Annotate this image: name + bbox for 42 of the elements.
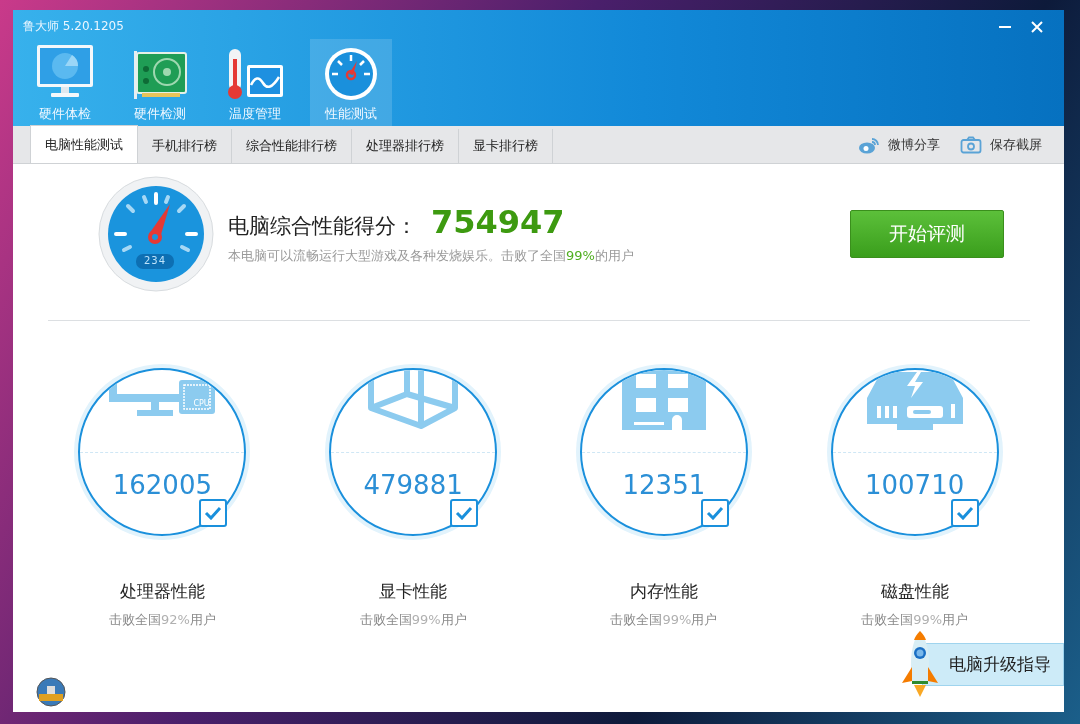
chip-label: CPU [193, 399, 210, 408]
tab[interactable]: 电脑性能测试 [30, 125, 138, 163]
tab[interactable]: 显卡排行榜 [459, 129, 553, 163]
checkmark-icon [705, 506, 724, 520]
component-score: 12351 [621, 470, 707, 500]
weibo-icon [858, 135, 880, 154]
tab[interactable]: 处理器排行榜 [352, 129, 459, 163]
component-score: 162005 [111, 470, 213, 500]
component-label: 处理器性能 [119, 580, 205, 603]
total-score: 754947 [431, 203, 565, 241]
checkbox[interactable] [199, 499, 227, 527]
checkbox[interactable] [700, 499, 729, 527]
camera-icon [960, 135, 982, 154]
beat-percentage: 击败全国99%用户 [861, 611, 969, 629]
component-label: 显卡性能 [379, 580, 448, 603]
memory-chip-icon [619, 370, 708, 430]
tab[interactable]: 综合性能排行榜 [232, 129, 352, 163]
game-badge-icon [36, 677, 66, 707]
component-label: 内存性能 [629, 580, 698, 603]
checkmark-icon [956, 506, 975, 520]
beat-percentage: 击败全国92%用户 [108, 611, 216, 629]
tab[interactable]: 手机排行榜 [138, 129, 232, 163]
close-icon[interactable] [1030, 19, 1044, 34]
beat-percentage: 击败全国99%用户 [610, 611, 718, 629]
graphics-card-icon [131, 49, 188, 101]
checkbox[interactable] [951, 499, 980, 527]
component-score: 100710 [864, 470, 966, 500]
beat-percentage: 击败全国99%用户 [359, 611, 467, 629]
share-action[interactable]: 保存截屏 [960, 135, 1042, 154]
checkmark-icon [454, 506, 473, 520]
window-title: 鲁大师 5.20.1205 [23, 18, 124, 35]
rocket-icon [900, 629, 940, 699]
upgrade-guide-link[interactable]: 电脑升级指导 [922, 642, 1064, 686]
share-action[interactable]: 微博分享 [858, 135, 940, 154]
score-description: 本电脑可以流畅运行大型游戏及各种发烧娱乐。击败了全国99%的用户 [228, 247, 635, 265]
component-score: 479881 [362, 470, 464, 500]
gauge-reading: 234 [142, 255, 168, 266]
checkbox[interactable] [449, 499, 478, 527]
component-label: 磁盘性能 [880, 580, 949, 603]
checkmark-icon [204, 506, 222, 520]
speedometer-icon [324, 47, 378, 101]
score-title: 电脑综合性能得分： [228, 213, 417, 240]
